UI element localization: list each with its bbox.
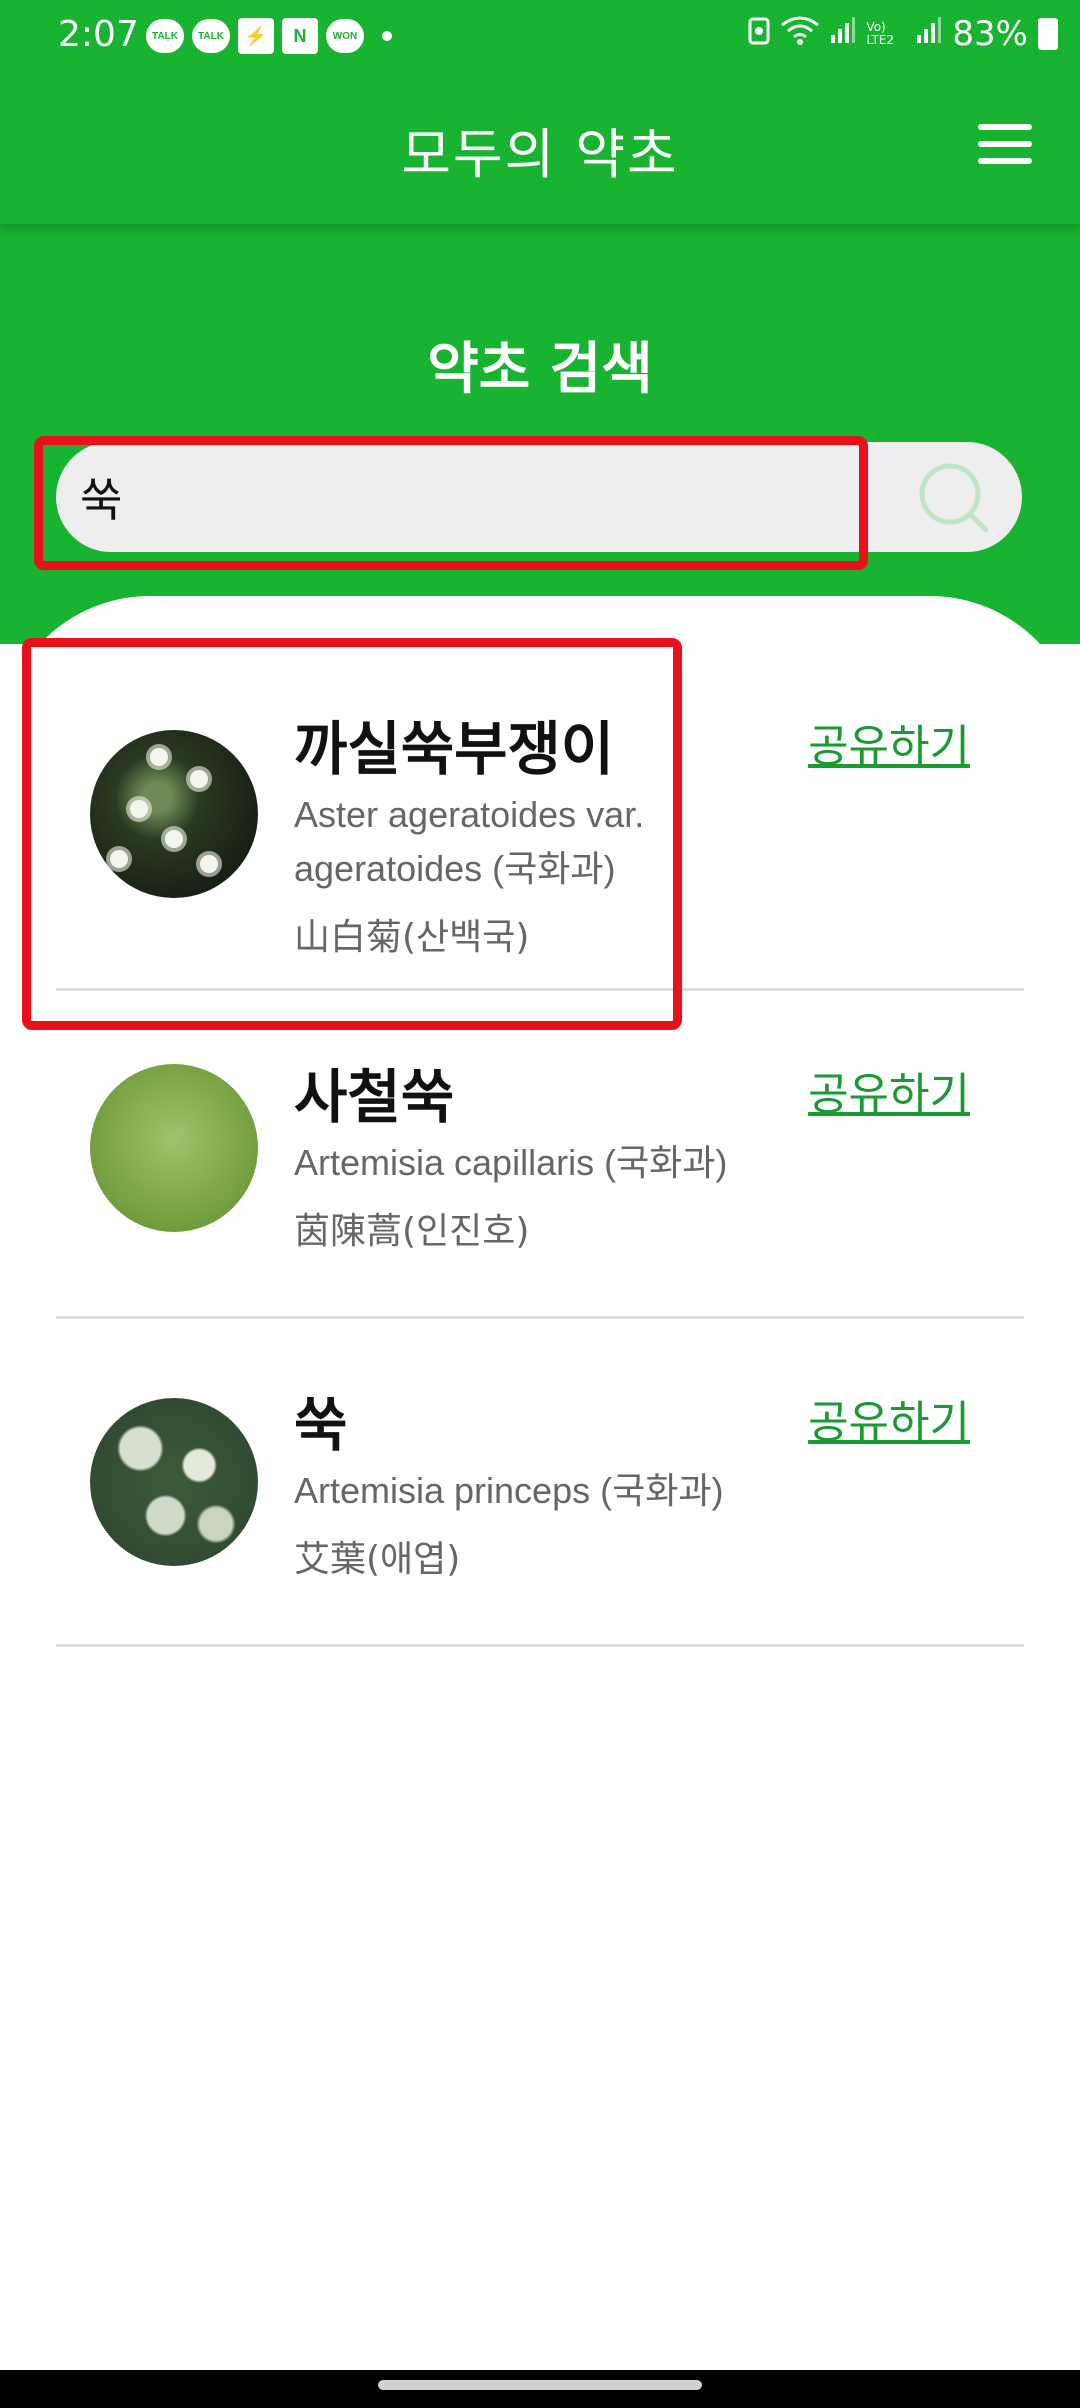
menu-button[interactable] xyxy=(978,124,1032,164)
plant-name: 까실쑥부쟁이 xyxy=(294,715,615,783)
plant-scientific-line: ageratoides (국화과) xyxy=(294,848,616,889)
lte-label: Vo) LTE2 xyxy=(866,20,895,47)
share-link[interactable]: 공유하기 xyxy=(808,1058,970,1122)
flower-dot xyxy=(190,770,208,788)
plant-scientific-name: Aster ageratoides var. ageratoides (국화과) xyxy=(294,788,814,896)
hamburger-icon-line xyxy=(978,158,1032,164)
search-heading: 약초 검색 xyxy=(427,337,653,402)
flower-dot xyxy=(165,830,183,848)
share-link[interactable]: 공유하기 xyxy=(808,710,970,774)
list-item[interactable]: 사철쑥 Artemisia capillaris (국화과) 茵陳蒿(인진호) … xyxy=(56,988,1024,1319)
plant-scientific-name: Artemisia capillaris (국화과) xyxy=(294,1142,728,1183)
plant-scientific-name: Artemisia princeps (국화과) xyxy=(294,1470,724,1511)
more-notifications-dot xyxy=(382,31,392,41)
home-gesture-handle[interactable] xyxy=(378,2380,702,2390)
data-saver-icon xyxy=(748,14,770,54)
notification-icons: TALK TALK ⚡ N WON xyxy=(146,18,392,54)
plant-thumbnail xyxy=(90,1064,258,1232)
flower-dot xyxy=(150,748,168,766)
search-icon xyxy=(919,463,989,533)
plant-herbal-name: 茵陳蒿(인진호) xyxy=(294,1211,530,1252)
list-item[interactable]: 까실쑥부쟁이 Aster ageratoides var. ageratoide… xyxy=(56,626,1024,991)
search-section: 약초 검색 xyxy=(0,224,1080,644)
battery-icon xyxy=(1038,18,1058,50)
navigation-bar xyxy=(0,2370,1080,2408)
flower-dot xyxy=(110,850,128,868)
system-status: Vo) LTE2 83% xyxy=(748,14,1058,54)
plant-thumbnail xyxy=(90,730,258,898)
flower-dot xyxy=(130,800,148,818)
plant-herbal-name: 山白菊(산백국) xyxy=(294,917,530,958)
kakaotalk-icon: TALK xyxy=(146,19,184,53)
list-item[interactable]: 쑥 Artemisia princeps (국화과) 艾葉(애엽) 공유하기 xyxy=(56,1316,1024,1647)
signal-icon xyxy=(916,14,942,54)
battery-percent: 83% xyxy=(952,14,1028,54)
wifi-icon xyxy=(780,14,820,54)
plant-name: 쑥 xyxy=(294,1391,348,1459)
flower-dot xyxy=(200,855,218,873)
search-button[interactable] xyxy=(916,460,992,536)
app-title: 모두의 약초 xyxy=(401,123,679,186)
plant-scientific-line: Aster ageratoides var. xyxy=(294,794,645,835)
plant-herbal-name: 艾葉(애엽) xyxy=(294,1539,461,1580)
plant-thumbnail xyxy=(90,1398,258,1566)
app-header: 모두의 약초 xyxy=(0,74,1080,224)
plant-name: 사철쑥 xyxy=(294,1063,455,1131)
search-input[interactable] xyxy=(80,442,880,552)
naver-icon: N xyxy=(282,18,318,54)
status-bar: 2:07 TALK TALK ⚡ N WON Vo) LTE2 83% xyxy=(0,0,1080,74)
hamburger-icon xyxy=(978,124,1032,130)
results-panel: 까실쑥부쟁이 Aster ageratoides var. ageratoide… xyxy=(0,596,1080,2370)
signal-icon xyxy=(830,14,856,54)
status-time: 2:07 xyxy=(58,14,139,55)
won-icon: WON xyxy=(326,19,364,53)
search-box xyxy=(56,442,1022,552)
app-icon: ⚡ xyxy=(238,18,274,54)
kakaotalk-icon: TALK xyxy=(192,19,230,53)
hamburger-icon-line xyxy=(978,141,1032,147)
share-link[interactable]: 공유하기 xyxy=(808,1386,970,1450)
